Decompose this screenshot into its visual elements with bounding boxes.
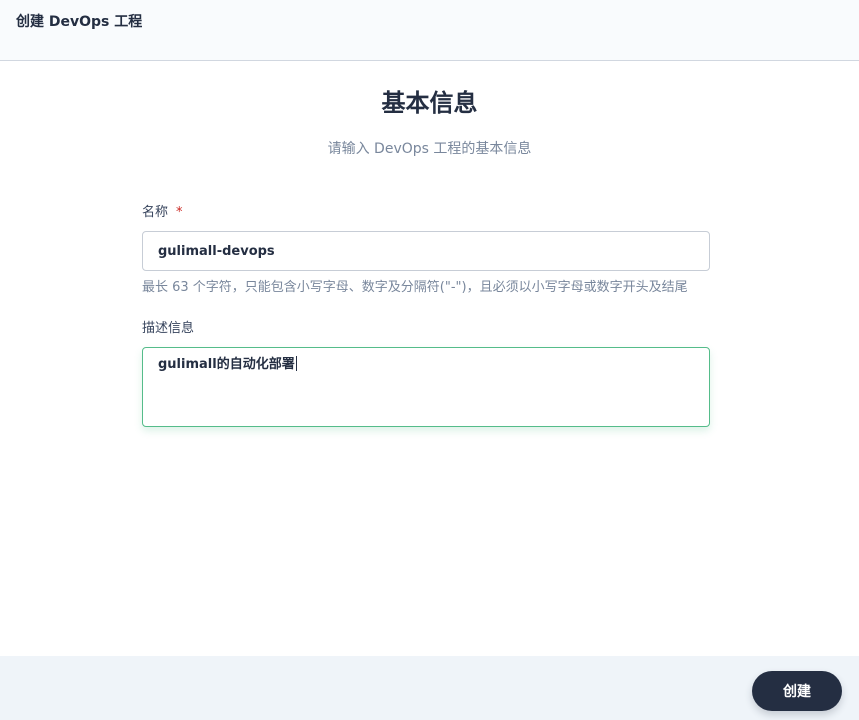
dialog-title: 创建 DevOps 工程	[16, 14, 143, 30]
description-label: 描述信息	[142, 321, 195, 336]
devops-form: 名称 * gulimall-devops 最长 63 个字符，只能包含小写字母、…	[142, 203, 710, 427]
required-mark: *	[176, 205, 183, 220]
create-button[interactable]: 创建	[752, 671, 842, 711]
name-label: 名称 *	[142, 203, 710, 223]
name-hint: 最长 63 个字符，只能包含小写字母、数字及分隔符("-")，且必须以小写字母或…	[142, 280, 688, 295]
description-textarea[interactable]: gulimall的自动化部署	[142, 347, 710, 427]
dialog-header: 创建 DevOps 工程	[0, 0, 859, 61]
section-subtitle: 请输入 DevOps 工程的基本信息	[327, 141, 532, 157]
name-input-value: gulimall-devops	[158, 243, 275, 259]
section-title: 基本信息	[381, 89, 478, 117]
name-input[interactable]: gulimall-devops	[142, 231, 710, 271]
name-field-group: 名称 * gulimall-devops 最长 63 个字符，只能包含小写字母、…	[142, 203, 710, 299]
text-cursor	[295, 356, 297, 371]
name-label-text: 名称	[142, 205, 169, 220]
dialog-footer: 创建	[0, 656, 859, 720]
create-devops-dialog: 创建 DevOps 工程 基本信息 请输入 DevOps 工程的基本信息 名称 …	[0, 0, 859, 720]
description-textarea-value: gulimall的自动化部署	[158, 357, 295, 372]
description-field-group: 描述信息 gulimall的自动化部署	[142, 319, 710, 427]
